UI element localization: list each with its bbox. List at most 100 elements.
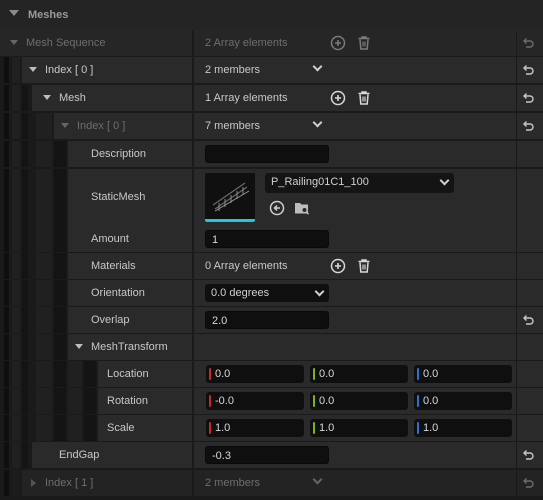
scale-z-value: 1.0 (423, 422, 439, 434)
rotation-label: Rotation (107, 395, 148, 407)
mesh-transform-row: MeshTransform (0, 334, 543, 360)
z-axis-marker (417, 395, 419, 407)
overlap-row: Overlap 2.0 (0, 307, 543, 333)
end-gap-input[interactable]: -0.3 (205, 446, 329, 464)
mesh-index-0-row: Index [ 0 ] 7 members (0, 113, 543, 139)
details-panel: Meshes Mesh Sequence 2 Array elements In… (0, 0, 543, 500)
x-axis-marker (209, 368, 211, 380)
description-row: Description (0, 141, 543, 167)
overlap-label: Overlap (91, 314, 130, 326)
rotation-y-input[interactable]: 0.0 (310, 392, 408, 410)
expand-mesh-sequence-icon[interactable] (10, 40, 18, 45)
scale-z-input[interactable]: 1.0 (414, 419, 512, 437)
location-y-value: 0.0 (319, 368, 335, 380)
location-label: Location (107, 368, 149, 380)
mesh-thumbnail[interactable] (205, 173, 255, 222)
materials-count: 0 Array elements (205, 260, 288, 272)
z-axis-marker (417, 368, 419, 380)
mesh-row: Mesh 1 Array elements (0, 85, 543, 111)
reset-to-default-icon[interactable] (521, 119, 535, 133)
amount-label: Amount (91, 233, 129, 245)
rotation-y-value: 0.0 (319, 395, 335, 407)
index-0-row: Index [ 0 ] 2 members (0, 57, 543, 83)
chevron-down-icon[interactable] (9, 10, 19, 16)
location-row: Location 0.0 0.0 0.0 (0, 361, 543, 387)
chevron-down-icon (439, 175, 450, 186)
reset-to-default-icon[interactable] (521, 476, 535, 490)
rotation-z-value: 0.0 (423, 395, 439, 407)
rotation-row: Rotation -0.0 0.0 0.0 (0, 388, 543, 414)
reset-to-default-icon[interactable] (521, 91, 535, 105)
index-0-members: 2 members (205, 64, 261, 76)
y-axis-marker (313, 395, 315, 407)
description-input[interactable] (205, 145, 329, 163)
scale-x-value: 1.0 (215, 422, 231, 434)
orientation-label: Orientation (91, 287, 145, 299)
description-label: Description (91, 148, 147, 160)
expand-mesh-index-0-icon[interactable] (61, 123, 69, 128)
mesh-transform-label: MeshTransform (91, 341, 168, 353)
y-axis-marker (313, 368, 315, 380)
z-axis-marker (417, 422, 419, 434)
mesh-label: Mesh (59, 92, 86, 104)
end-gap-label: EndGap (59, 449, 100, 461)
mesh-index-0-label: Index [ 0 ] (77, 120, 126, 132)
scale-x-input[interactable]: 1.0 (206, 419, 304, 437)
static-mesh-value: P_Railing01C1_100 (271, 176, 369, 188)
use-selected-asset-icon[interactable] (269, 200, 285, 216)
location-z-value: 0.0 (423, 368, 439, 380)
add-element-icon[interactable] (330, 258, 346, 274)
materials-row: Materials 0 Array elements (0, 253, 543, 279)
scale-label: Scale (107, 422, 135, 434)
static-mesh-row: StaticMesh P_Railing01C1_100 (0, 169, 543, 226)
delete-icon[interactable] (356, 90, 372, 106)
location-x-value: 0.0 (215, 368, 231, 380)
expand-mesh-transform-icon[interactable] (75, 344, 83, 349)
orientation-combo[interactable]: 0.0 degrees (205, 284, 329, 302)
delete-icon[interactable] (356, 35, 372, 51)
index-1-members: 2 members (205, 477, 261, 489)
index-1-label: Index [ 1 ] (45, 477, 94, 489)
scale-y-value: 1.0 (319, 422, 335, 434)
static-mesh-combo[interactable]: P_Railing01C1_100 (265, 173, 454, 193)
materials-label: Materials (91, 260, 136, 272)
reset-to-default-icon[interactable] (521, 63, 535, 77)
add-element-icon[interactable] (330, 35, 346, 51)
reset-to-default-icon[interactable] (521, 448, 535, 462)
y-axis-marker (313, 422, 315, 434)
mesh-sequence-row: Mesh Sequence 2 Array elements (0, 30, 543, 56)
amount-row: Amount 1 (0, 226, 543, 252)
expand-index-1-icon[interactable] (31, 479, 36, 487)
static-mesh-label: StaticMesh (91, 191, 146, 203)
browse-asset-icon[interactable] (294, 200, 310, 216)
index-0-label: Index [ 0 ] (45, 64, 94, 76)
end-gap-row: EndGap -0.3 (0, 442, 543, 468)
scale-y-input[interactable]: 1.0 (310, 419, 408, 437)
index-1-row: Index [ 1 ] 2 members (0, 470, 543, 496)
rotation-z-input[interactable]: 0.0 (414, 392, 512, 410)
mesh-sequence-label: Mesh Sequence (26, 37, 106, 49)
overlap-input[interactable]: 2.0 (205, 311, 329, 329)
scale-row: Scale 1.0 1.0 1.0 (0, 415, 543, 441)
expand-index-0-icon[interactable] (29, 67, 37, 72)
railing-thumbnail-icon (205, 173, 255, 219)
reset-to-default-icon[interactable] (521, 313, 535, 327)
category-title: Meshes (28, 9, 69, 21)
rotation-x-input[interactable]: -0.0 (206, 392, 304, 410)
rotation-x-value: -0.0 (215, 395, 234, 407)
add-element-icon[interactable] (330, 90, 346, 106)
amount-input[interactable]: 1 (205, 230, 329, 248)
meshes-category-header[interactable]: Meshes (0, 0, 543, 33)
delete-icon[interactable] (356, 258, 372, 274)
mesh-sequence-count: 2 Array elements (205, 37, 288, 49)
orientation-value: 0.0 degrees (211, 287, 270, 299)
reset-to-default-icon[interactable] (521, 36, 535, 50)
location-z-input[interactable]: 0.0 (414, 365, 512, 383)
x-axis-marker (209, 395, 211, 407)
x-axis-marker (209, 422, 211, 434)
location-x-input[interactable]: 0.0 (206, 365, 304, 383)
mesh-index-0-members: 7 members (205, 120, 261, 132)
location-y-input[interactable]: 0.0 (310, 365, 408, 383)
chevron-down-icon (314, 286, 325, 297)
expand-mesh-icon[interactable] (43, 95, 51, 100)
